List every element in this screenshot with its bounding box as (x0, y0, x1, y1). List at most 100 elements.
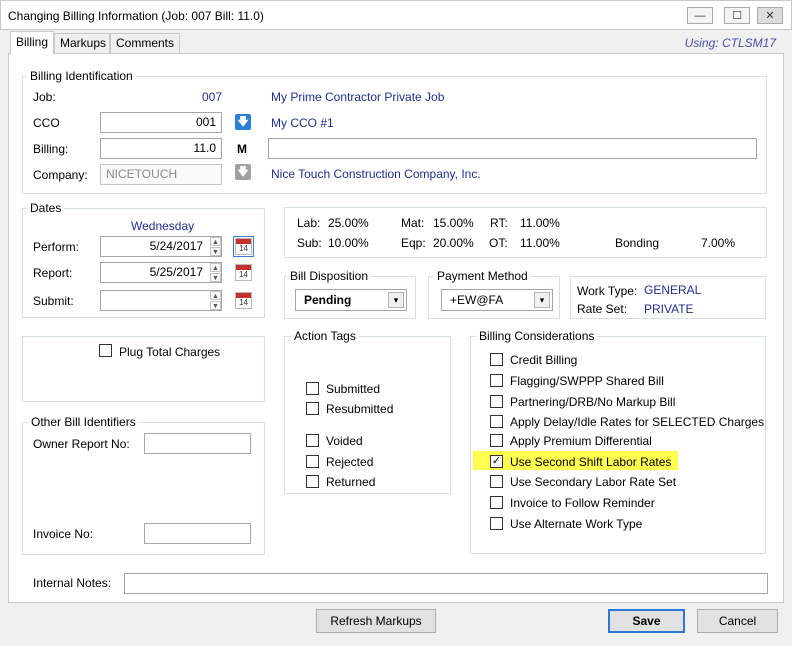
submit-calendar-icon[interactable]: 14 (235, 292, 252, 309)
plug-total-label: Plug Total Charges (119, 345, 221, 359)
spin-down-icon[interactable]: ▼ (210, 273, 221, 282)
close-icon: ✕ (765, 10, 775, 22)
other-identifiers-legend: Other Bill Identifiers (28, 415, 139, 429)
secondary-rate-set-label: Use Secondary Labor Rate Set (510, 475, 677, 489)
dates-legend: Dates (27, 201, 65, 215)
lab-label: Lab: (297, 216, 321, 230)
internal-notes-label: Internal Notes: (33, 576, 112, 590)
mat-label: Mat: (401, 216, 425, 230)
second-shift-label: Use Second Shift Labor Rates (510, 455, 672, 469)
company-label: Company: (33, 168, 88, 182)
lab-value: 25.00% (328, 216, 369, 230)
minimize-button[interactable]: — (687, 7, 713, 24)
plug-total-checkbox[interactable] (99, 344, 112, 357)
second-shift-checkbox[interactable]: ✓ (490, 455, 503, 468)
cco-lookup-button[interactable]: 🡇 (235, 114, 251, 130)
secondary-rate-set-checkbox[interactable] (490, 475, 503, 488)
billing-considerations-legend: Billing Considerations (476, 329, 598, 343)
billing-input[interactable]: 11.0 (100, 138, 222, 159)
owner-report-label: Owner Report No: (33, 437, 130, 451)
chevron-down-icon[interactable]: ▾ (388, 292, 404, 308)
ot-value: 11.00% (520, 236, 560, 250)
company-input[interactable]: NICETOUCH (100, 164, 222, 185)
cco-description: My CCO #1 (271, 116, 334, 130)
tab-billing[interactable]: Billing (10, 31, 54, 54)
payment-method-legend: Payment Method (434, 269, 531, 283)
premium-differential-checkbox[interactable] (490, 434, 503, 447)
eqp-label: Eqp: (401, 236, 426, 250)
invoice-reminder-checkbox[interactable] (490, 496, 503, 509)
credit-billing-checkbox[interactable] (490, 353, 503, 366)
billing-label: Billing: (33, 142, 69, 156)
cco-input[interactable]: 001 (100, 112, 222, 133)
flagging-checkbox[interactable] (490, 374, 503, 387)
tab-comments[interactable]: Comments (110, 33, 180, 53)
bonding-label: Bonding (615, 236, 660, 250)
bonding-value: 7.00% (701, 236, 736, 250)
bill-disposition-select[interactable]: Pending ▾ (295, 289, 407, 311)
voided-checkbox[interactable] (306, 434, 319, 447)
submit-date-input[interactable] (100, 290, 222, 311)
bill-disposition-value: Pending (304, 293, 352, 307)
save-button[interactable]: Save (608, 609, 685, 633)
returned-checkbox[interactable] (306, 475, 319, 488)
work-type-label: Work Type: (577, 284, 638, 298)
payment-method-select[interactable]: +EW@FA ▾ (441, 289, 553, 311)
alternate-work-type-label: Use Alternate Work Type (510, 517, 643, 531)
perform-spinner[interactable]: ▲ ▼ (210, 237, 221, 256)
action-tags-legend: Action Tags (291, 329, 359, 343)
report-date-input[interactable]: 5/25/2017 (100, 262, 222, 283)
cancel-button[interactable]: Cancel (697, 609, 778, 633)
credit-billing-label: Credit Billing (510, 353, 578, 367)
spin-down-icon[interactable]: ▼ (210, 301, 221, 310)
perform-calendar-icon[interactable]: 14 (233, 236, 254, 257)
delay-idle-checkbox[interactable] (490, 415, 503, 428)
billing-description-input[interactable] (268, 138, 757, 159)
billing-flag: M (237, 142, 247, 156)
spin-up-icon[interactable]: ▲ (210, 237, 221, 246)
alternate-work-type-checkbox[interactable] (490, 517, 503, 530)
ot-label: OT: (489, 236, 508, 250)
report-calendar-icon[interactable]: 14 (235, 264, 252, 281)
job-value: 007 (202, 90, 223, 104)
resubmitted-checkbox[interactable] (306, 402, 319, 415)
submit-spinner[interactable]: ▲ ▼ (210, 291, 221, 310)
partnering-checkbox[interactable] (490, 395, 503, 408)
refresh-markups-button[interactable]: Refresh Markups (316, 609, 436, 633)
report-spinner[interactable]: ▲ ▼ (210, 263, 221, 282)
invoice-reminder-label: Invoice to Follow Reminder (510, 496, 655, 510)
voided-label: Voided (326, 434, 363, 448)
sub-value: 10.00% (328, 236, 369, 250)
returned-label: Returned (326, 475, 376, 489)
weekday-label: Wednesday (131, 219, 195, 233)
arrow-down-icon: 🡇 (237, 165, 249, 178)
report-label: Report: (33, 266, 73, 280)
job-label: Job: (33, 90, 56, 104)
mat-value: 15.00% (433, 216, 474, 230)
perform-label: Perform: (33, 240, 80, 254)
invoice-input[interactable] (144, 523, 251, 544)
payment-method-value: +EW@FA (450, 293, 504, 307)
window-title: Changing Billing Information (Job: 007 B… (8, 9, 264, 23)
spin-up-icon[interactable]: ▲ (210, 263, 221, 272)
submitted-checkbox[interactable] (306, 382, 319, 395)
rate-set-label: Rate Set: (577, 302, 628, 316)
company-lookup-button[interactable]: 🡇 (235, 164, 251, 180)
spin-down-icon[interactable]: ▼ (210, 247, 221, 256)
chevron-down-icon[interactable]: ▾ (534, 292, 550, 308)
billing-identification-legend: Billing Identification (27, 69, 136, 83)
perform-date-input[interactable]: 5/24/2017 (100, 236, 222, 257)
submitted-label: Submitted (326, 382, 381, 396)
maximize-button[interactable]: ☐ (724, 7, 750, 24)
tab-markups[interactable]: Markups (54, 33, 110, 53)
resubmitted-label: Resubmitted (326, 402, 394, 416)
owner-report-input[interactable] (144, 433, 251, 454)
internal-notes-input[interactable] (124, 573, 768, 594)
close-button[interactable]: ✕ (757, 7, 783, 24)
rejected-checkbox[interactable] (306, 455, 319, 468)
maximize-icon: ☐ (732, 10, 742, 22)
premium-differential-label: Apply Premium Differential (510, 434, 652, 448)
rt-label: RT: (490, 216, 508, 230)
spin-up-icon[interactable]: ▲ (210, 291, 221, 300)
work-type-value: GENERAL (644, 283, 702, 297)
